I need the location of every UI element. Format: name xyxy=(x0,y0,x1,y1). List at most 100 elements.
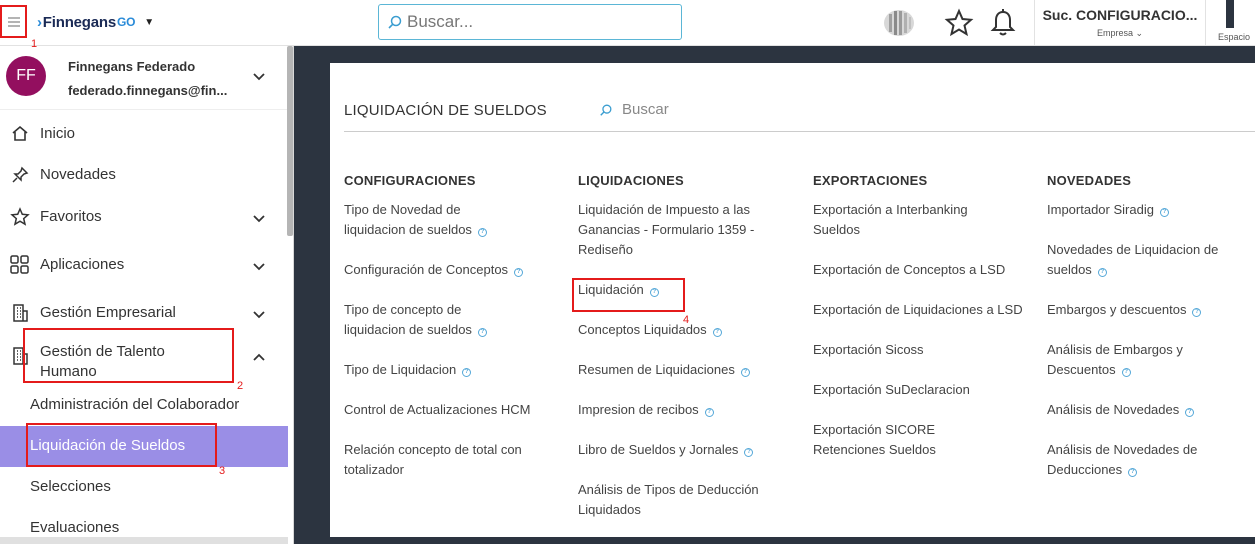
module-panel: LIQUIDACIÓN DE SUELDOS CONFIGURACIONES T… xyxy=(330,63,1255,537)
search-icon xyxy=(600,104,612,116)
help-icon[interactable]: ? xyxy=(462,368,472,377)
column-header: EXPORTACIONES xyxy=(813,173,928,188)
annotation-label-1: 1 xyxy=(31,38,38,50)
menu-link[interactable]: Tipo de concepto de liquidacion de sueld… xyxy=(344,300,504,340)
sidebar-item-inicio[interactable]: Inicio xyxy=(0,122,287,146)
chevron-down-icon[interactable] xyxy=(252,72,266,82)
apps-grid-icon xyxy=(10,255,29,274)
sidebar-item-label: Novedades xyxy=(40,166,116,183)
space-marker xyxy=(1226,0,1234,28)
help-icon[interactable]: ? xyxy=(740,368,750,377)
help-icon[interactable]: ? xyxy=(704,408,714,417)
help-icon[interactable]: ? xyxy=(514,268,524,277)
sidebar-subitem-administracion-colaborador[interactable]: Administración del Colaborador xyxy=(0,385,288,426)
menu-link[interactable]: Control de Actualizaciones HCM xyxy=(344,400,534,420)
help-icon[interactable]: ? xyxy=(477,328,487,337)
menu-link[interactable]: Libro de Sueldos y Jornales? xyxy=(578,440,803,460)
help-icon[interactable]: ? xyxy=(744,448,754,457)
annotation-box-4 xyxy=(572,278,685,312)
space-selector[interactable]: Espacio xyxy=(1212,0,1255,46)
avatar[interactable]: FF xyxy=(6,56,46,96)
annotation-label-2: 2 xyxy=(237,380,244,392)
user-profile[interactable]: FF Finnegans Federado federado.finnegans… xyxy=(0,46,287,110)
menu-link[interactable]: Análisis de Novedades? xyxy=(1047,400,1247,420)
menu-link[interactable]: Exportación de Liquidaciones a LSD xyxy=(813,300,1023,320)
chevron-down-icon[interactable] xyxy=(252,214,266,224)
menu-link[interactable]: Embargos y descuentos? xyxy=(1047,300,1247,320)
menu-link[interactable]: Relación concepto de total con totalizad… xyxy=(344,440,554,480)
sidebar-item-label: Favoritos xyxy=(40,208,102,225)
column-header: CONFIGURACIONES xyxy=(344,173,476,188)
sidebar-item-favoritos[interactable]: Favoritos xyxy=(0,205,287,229)
help-icon[interactable]: ? xyxy=(712,328,722,337)
sidebar-subitem-label: Evaluaciones xyxy=(30,519,120,536)
app-logo[interactable]: › Finnegans GO ▼ xyxy=(37,11,154,33)
menu-link[interactable]: Exportación a Interbanking Sueldos xyxy=(813,200,1013,240)
menu-link[interactable]: Exportación de Conceptos a LSD xyxy=(813,260,1013,280)
help-icon[interactable]: ? xyxy=(1159,208,1169,217)
star-icon[interactable] xyxy=(944,8,974,38)
global-search-input[interactable] xyxy=(407,12,667,32)
menu-link[interactable]: Resumen de Liquidaciones? xyxy=(578,360,803,380)
menu-link[interactable]: Exportación SICORE Retenciones Sueldos xyxy=(813,420,963,460)
building-icon xyxy=(13,304,28,322)
annotation-box-2 xyxy=(23,328,234,383)
module-search[interactable] xyxy=(599,101,822,118)
menu-link[interactable]: Análisis de Novedades de Deducciones? xyxy=(1047,440,1222,480)
page-title: LIQUIDACIÓN DE SUELDOS xyxy=(344,102,547,119)
sidebar-scrollbar[interactable] xyxy=(287,46,293,236)
global-search[interactable] xyxy=(378,4,682,40)
chevron-down-icon[interactable] xyxy=(252,262,266,272)
sidebar-subitem-label: Selecciones xyxy=(30,478,111,495)
menu-link[interactable]: Análisis de Tipos de Deducción Liquidado… xyxy=(578,480,788,520)
menu-link[interactable]: Impresion de recibos? xyxy=(578,400,803,420)
logo-suffix: GO xyxy=(117,15,136,29)
column-exportaciones: EXPORTACIONES Exportación a Interbanking… xyxy=(813,173,1038,480)
column-configuraciones: CONFIGURACIONES Tipo de Novedad de liqui… xyxy=(344,173,569,500)
help-icon[interactable]: ? xyxy=(1192,308,1202,317)
sidebar-item-novedades[interactable]: Novedades xyxy=(0,163,287,187)
help-icon[interactable]: ? xyxy=(1128,468,1138,477)
sidebar-item-label: Gestión Empresarial xyxy=(40,304,176,321)
menu-link[interactable]: Exportación SuDeclaracion xyxy=(813,380,1038,400)
help-icon[interactable]: ? xyxy=(477,228,487,237)
home-icon xyxy=(12,125,28,141)
sidebar-subitem-selecciones[interactable]: Selecciones xyxy=(0,467,288,508)
menu-link[interactable]: Tipo de Liquidacion? xyxy=(344,360,569,380)
annotation-label-3: 3 xyxy=(219,465,226,477)
user-email: federado.finnegans@fin... xyxy=(68,83,228,98)
menu-link[interactable]: Configuración de Conceptos? xyxy=(344,260,569,280)
column-header: LIQUIDACIONES xyxy=(578,173,684,188)
chevron-up-icon[interactable] xyxy=(252,352,266,362)
bell-icon[interactable] xyxy=(990,8,1016,38)
column-novedades: NOVEDADES Importador Siradig? Novedades … xyxy=(1047,173,1247,500)
apps-logo-icon[interactable] xyxy=(883,8,915,38)
chevron-down-icon: ⌄ xyxy=(1135,28,1144,38)
menu-link[interactable]: Importador Siradig? xyxy=(1047,200,1247,220)
sidebar-item-aplicaciones[interactable]: Aplicaciones xyxy=(0,253,287,277)
menu-link[interactable]: Análisis de Embargos y Descuentos? xyxy=(1047,340,1207,380)
chevron-down-icon[interactable] xyxy=(252,310,266,320)
pin-icon xyxy=(12,166,29,183)
search-icon xyxy=(388,15,402,29)
menu-link[interactable]: Conceptos Liquidados? xyxy=(578,320,803,340)
caret-down-icon[interactable]: ▼ xyxy=(144,17,154,28)
star-icon xyxy=(10,207,30,226)
menu-link[interactable]: Liquidación de Impuesto a las Ganancias … xyxy=(578,200,778,260)
module-search-input[interactable] xyxy=(622,101,822,118)
help-icon[interactable]: ? xyxy=(1121,368,1131,377)
sidebar: FF Finnegans Federado federado.finnegans… xyxy=(0,46,294,544)
column-header: NOVEDADES xyxy=(1047,173,1132,188)
menu-link[interactable]: Novedades de Liquidacion de sueldos? xyxy=(1047,240,1245,280)
branch-sub: Empresa ⌄ xyxy=(1096,28,1144,38)
sidebar-subitem-label: Administración del Colaborador xyxy=(30,396,240,413)
help-icon[interactable]: ? xyxy=(1097,268,1107,277)
sidebar-item-gestion-empresarial[interactable]: Gestión Empresarial xyxy=(0,301,287,325)
help-icon[interactable]: ? xyxy=(1185,408,1195,417)
sidebar-horizontal-scrollbar[interactable] xyxy=(0,537,288,544)
annotation-box-3 xyxy=(26,423,217,467)
menu-link[interactable]: Exportación Sicoss xyxy=(813,340,1038,360)
menu-link[interactable]: Tipo de Novedad de liquidacion de sueldo… xyxy=(344,200,504,240)
space-label: Espacio xyxy=(1218,32,1251,42)
branch-selector[interactable]: Suc. CONFIGURACIO... Empresa ⌄ xyxy=(1034,0,1206,46)
